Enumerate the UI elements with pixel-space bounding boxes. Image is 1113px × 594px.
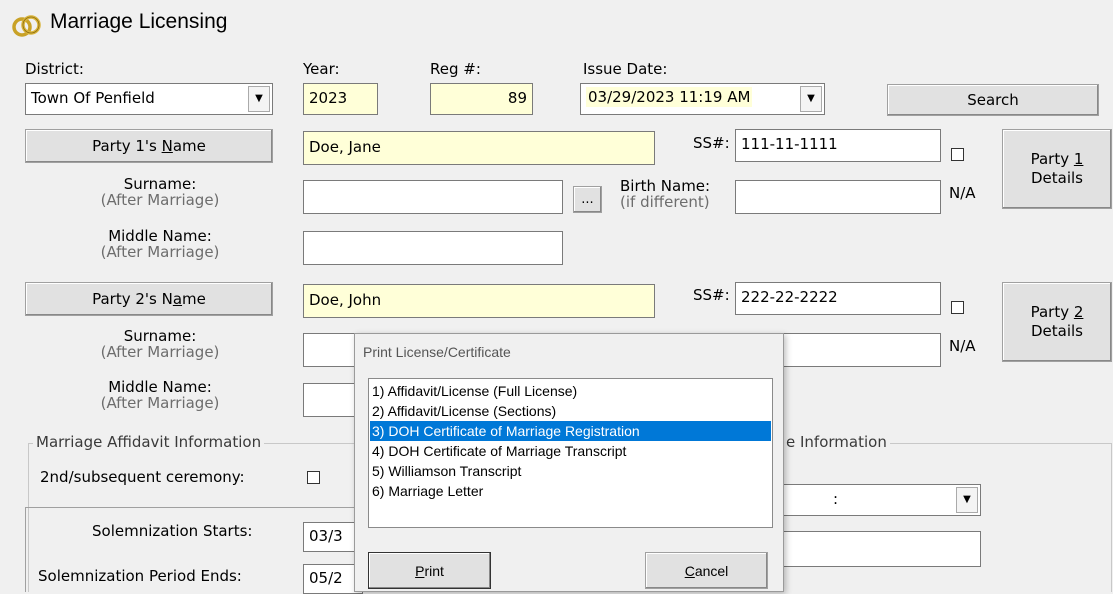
list-item[interactable]: 4) DOH Certificate of Marriage Transcrip… (370, 441, 771, 461)
party1-name-button[interactable]: Party 1's Name (25, 129, 273, 163)
birth-name-sublabel: (if different) (620, 192, 710, 211)
starts-value: 03/3 (309, 527, 343, 545)
list-item[interactable]: 6) Marriage Letter (370, 481, 771, 501)
list-item[interactable]: 5) Williamson Transcript (370, 461, 771, 481)
label-part: Party 2's N (92, 290, 173, 308)
party2-name-field[interactable]: Doe, John (303, 284, 655, 318)
accelerator-key: C (684, 562, 695, 579)
accelerator-key: 2 (1073, 303, 1084, 322)
party1-birth-name-field[interactable] (735, 180, 941, 214)
right-info-group (760, 443, 1112, 592)
surname-sublabel: (After Marriage) (100, 342, 220, 361)
ends-value: 05/2 (309, 569, 343, 587)
subsequent-ceremony-checkbox[interactable] (307, 471, 320, 484)
label-part: ancel (694, 562, 729, 579)
label-part: me (182, 290, 206, 308)
party1-name-button-label: Party 1's Name (92, 137, 206, 155)
party2-ss-value: 222-22-2222 (741, 288, 838, 306)
party1-ss-label: SS#: (693, 134, 730, 152)
title-bar: Marriage Licensing (0, 0, 1113, 46)
right-text-field[interactable] (775, 531, 981, 567)
issue-date-picker[interactable]: 03/29/2023 11:19 AM ▼ (580, 83, 825, 115)
party1-ss-field[interactable]: 111-11-1111 (735, 129, 941, 162)
wedding-rings-icon (10, 9, 42, 39)
search-button[interactable]: Search (887, 84, 1099, 116)
district-select[interactable]: Town Of Penfield ▼ (25, 83, 273, 115)
party2-details-l2: Details (1030, 322, 1083, 340)
list-item[interactable]: 2) Affidavit/License (Sections) (370, 401, 771, 421)
label-part: Party (1030, 150, 1074, 169)
chevron-down-icon[interactable]: ▼ (248, 86, 270, 112)
window-title: Marriage Licensing (50, 10, 228, 33)
print-options-list[interactable]: 1) Affidavit/License (Full License) 2) A… (368, 378, 773, 528)
party1-surname-label: Surname: (After Marriage) (60, 176, 260, 209)
affidavit-group-title: Marriage Affidavit Information (33, 433, 265, 451)
middle-name-sublabel: (After Marriage) (100, 242, 220, 261)
party1-surname-field[interactable] (303, 180, 563, 214)
surname-sublabel: (After Marriage) (100, 190, 220, 209)
issue-date-label: Issue Date: (583, 60, 668, 78)
solemnization-ends-label: Solemnization Period Ends: (38, 567, 242, 585)
party1-name-field[interactable]: Doe, Jane (303, 131, 655, 165)
district-value: Town Of Penfield (31, 89, 155, 107)
label-part: ame (172, 137, 206, 155)
party2-name-button[interactable]: Party 2's Name (25, 282, 273, 316)
party2-details-l1: Party 2 (1031, 303, 1084, 322)
cancel-button[interactable]: Cancel (645, 552, 768, 589)
chevron-down-icon[interactable]: ▼ (956, 487, 978, 513)
accelerator-key: 1 (1073, 150, 1084, 169)
party2-ss-field[interactable]: 222-22-2222 (735, 282, 941, 315)
list-item[interactable]: 1) Affidavit/License (Full License) (370, 381, 771, 401)
year-label: Year: (303, 60, 340, 78)
ellipsis-label: ... (581, 192, 594, 207)
label-part: Party 1's (92, 137, 162, 155)
party1-name-value: Doe, Jane (309, 138, 381, 156)
right-info-group-title: e Information (783, 433, 890, 451)
label-part: Party (1030, 303, 1074, 322)
district-label: District: (25, 60, 84, 78)
ceremony-label: 2nd/subsequent ceremony: (40, 468, 245, 486)
party1-birth-name-label: Birth Name: (if different) (620, 178, 710, 211)
party2-name-value: Doe, John (309, 291, 382, 309)
party2-name-button-label: Party 2's Name (92, 290, 206, 308)
party1-surname-lookup-button[interactable]: ... (573, 186, 602, 213)
party2-middle-name-label: Middle Name: (After Marriage) (60, 379, 260, 412)
party2-surname-label: Surname: (After Marriage) (60, 328, 260, 361)
print-label: Print (415, 563, 444, 579)
party1-details-button[interactable]: Party 1 Details (1002, 129, 1112, 209)
print-button[interactable]: Print (368, 552, 491, 589)
party2-details-button[interactable]: Party 2 Details (1002, 282, 1112, 362)
party1-middle-name-field[interactable] (303, 231, 563, 265)
reg-value: 89 (507, 89, 527, 107)
reg-number-field[interactable]: 89 (430, 83, 533, 115)
party2-na-label: N/A (949, 337, 976, 355)
party1-middle-name-label: Middle Name: (After Marriage) (60, 228, 260, 261)
time-select[interactable]: : ▼ (775, 484, 981, 516)
middle-name-sublabel: (After Marriage) (100, 393, 220, 412)
search-label: Search (967, 91, 1019, 109)
party1-details-l1: Party 1 (1031, 150, 1084, 169)
solemnization-starts-label: Solemnization Starts: (92, 522, 253, 540)
reg-label: Reg #: (430, 60, 481, 78)
list-item-selected[interactable]: 3) DOH Certificate of Marriage Registrat… (370, 421, 771, 441)
time-colon: : (833, 490, 839, 508)
year-value: 2023 (309, 89, 348, 107)
print-dialog: Print License/Certificate 1) Affidavit/L… (354, 333, 784, 592)
party1-ss-value: 111-11-1111 (741, 135, 838, 153)
party2-ss-label: SS#: (693, 286, 730, 304)
year-field[interactable]: 2023 (303, 83, 378, 115)
party1-details-l2: Details (1030, 169, 1083, 187)
cancel-label: Cancel (685, 563, 729, 579)
party1-na-label: N/A (949, 184, 976, 202)
accelerator-key: a (172, 290, 183, 308)
party2-birth-name-field[interactable] (775, 333, 941, 367)
dialog-title: Print License/Certificate (363, 344, 511, 360)
party2-ss-na-checkbox[interactable] (951, 301, 964, 314)
accelerator-key: N (161, 137, 173, 155)
label-part: rint (424, 562, 444, 579)
party1-ss-na-checkbox[interactable] (951, 148, 964, 161)
chevron-down-icon[interactable]: ▼ (800, 86, 822, 112)
issue-date-value: 03/29/2023 11:19 AM (586, 87, 753, 107)
